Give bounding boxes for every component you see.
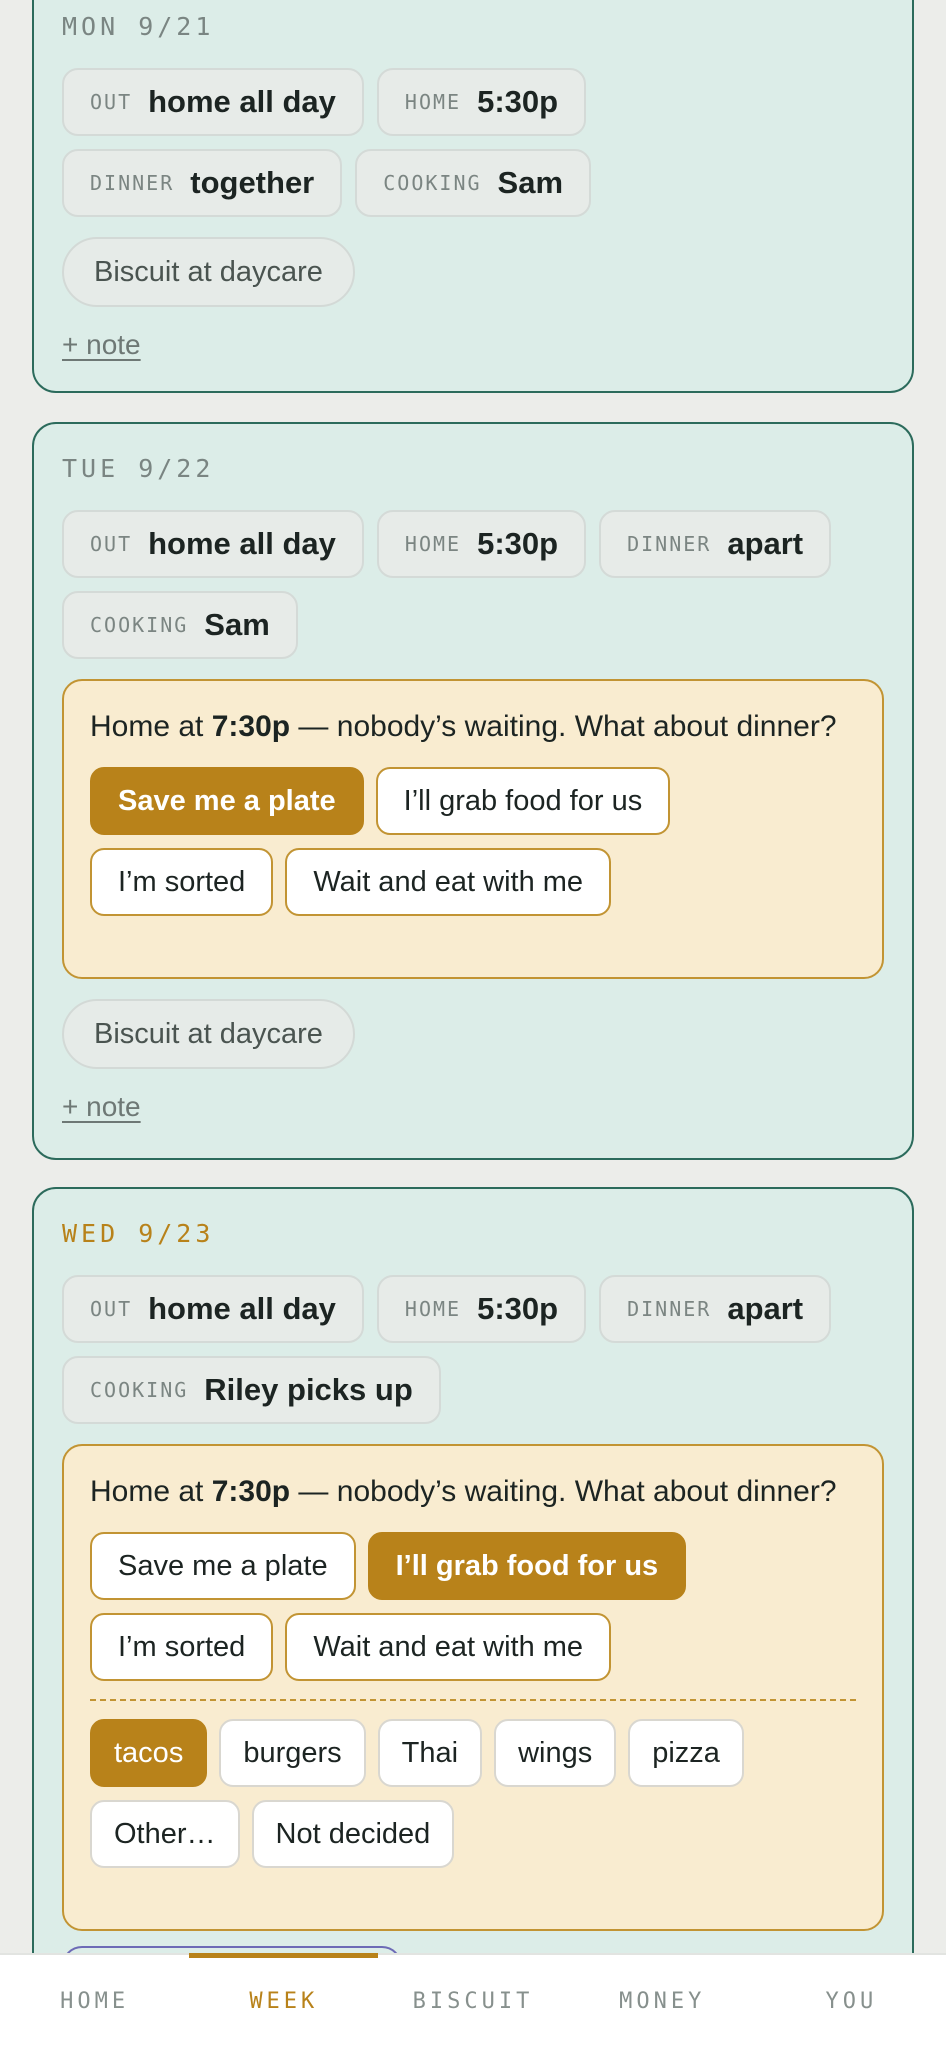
prompt-question: Home at 7:30p — nobody’s waiting. What a… bbox=[90, 1475, 837, 1508]
chip-key: OUT bbox=[90, 1297, 133, 1321]
tab-biscuit[interactable]: BISCUIT bbox=[378, 1955, 567, 2048]
food-option-not-decided[interactable]: Not decided bbox=[251, 1800, 455, 1868]
chip-key: COOKING bbox=[90, 613, 189, 637]
chip-value: Sam bbox=[204, 607, 270, 642]
save-plate-button[interactable]: Save me a plate bbox=[90, 767, 364, 835]
chip-key: OUT bbox=[90, 532, 133, 556]
chip-key: COOKING bbox=[90, 1378, 189, 1402]
dinner-prompt: Home at 7:30p — nobody’s waiting. What a… bbox=[62, 1444, 884, 1931]
chip-value: apart bbox=[727, 1291, 804, 1326]
day-card-tue: TUE 9/22 OUT home all day HOME 5:30p DINNE… bbox=[32, 422, 914, 1160]
grab-food-button[interactable]: I’ll grab food for us bbox=[367, 1532, 687, 1600]
wait-and-eat-button[interactable]: Wait and eat with me bbox=[285, 848, 612, 916]
chip-value: Riley picks up bbox=[204, 1372, 413, 1407]
chip-value: Sam bbox=[497, 165, 564, 200]
next-item-peek bbox=[62, 1946, 402, 1953]
daycare-pill[interactable]: Biscuit at daycare bbox=[62, 999, 355, 1069]
chip-key: DINNER bbox=[90, 171, 175, 195]
chip-key: HOME bbox=[404, 90, 462, 114]
chip-value: home all day bbox=[148, 84, 336, 119]
dinner-chip[interactable]: DINNER apart bbox=[599, 510, 832, 578]
cooking-chip[interactable]: COOKING Riley picks up bbox=[62, 1356, 441, 1424]
food-option-pizza[interactable]: pizza bbox=[628, 1719, 744, 1787]
chip-value: home all day bbox=[148, 526, 336, 561]
food-option-tacos[interactable]: tacos bbox=[90, 1719, 208, 1787]
daycare-pill[interactable]: Biscuit at daycare bbox=[62, 237, 355, 307]
food-option-other[interactable]: Other… bbox=[90, 1800, 240, 1868]
chip-key: COOKING bbox=[383, 171, 482, 195]
dashed-divider bbox=[90, 1699, 856, 1701]
chip-value: 5:30p bbox=[477, 526, 559, 561]
day-label-today: WED 9/23 bbox=[62, 1219, 215, 1248]
chip-value: together bbox=[190, 165, 315, 200]
dinner-chip[interactable]: DINNER together bbox=[62, 149, 343, 217]
prompt-question: Home at 7:30p — nobody’s waiting. What a… bbox=[90, 710, 837, 743]
im-sorted-button[interactable]: I’m sorted bbox=[90, 1613, 274, 1681]
chip-value: 5:30p bbox=[477, 1291, 559, 1326]
add-note-link[interactable]: + note bbox=[62, 1091, 141, 1123]
cooking-chip[interactable]: COOKING Sam bbox=[355, 149, 592, 217]
tab-you[interactable]: YOU bbox=[757, 1955, 946, 2048]
bottom-tab-bar: HOME WEEK BISCUIT MONEY YOU bbox=[0, 1953, 946, 2048]
chip-value: apart bbox=[727, 526, 804, 561]
tab-home[interactable]: HOME bbox=[0, 1955, 189, 2048]
week-scroll-area[interactable]: MON 9/21 OUT home all day HOME 5:30p DINNE… bbox=[0, 0, 946, 1953]
wait-and-eat-button[interactable]: Wait and eat with me bbox=[285, 1613, 612, 1681]
add-note-link[interactable]: + note bbox=[62, 329, 141, 361]
save-plate-button[interactable]: Save me a plate bbox=[90, 1532, 356, 1600]
chip-value: 5:30p bbox=[477, 84, 559, 119]
food-option-burgers[interactable]: burgers bbox=[219, 1719, 366, 1787]
chip-value: home all day bbox=[148, 1291, 336, 1326]
grab-food-button[interactable]: I’ll grab food for us bbox=[375, 767, 671, 835]
tab-week[interactable]: WEEK bbox=[189, 1953, 379, 2048]
home-time-chip[interactable]: HOME 5:30p bbox=[376, 510, 587, 578]
food-choices: tacos burgers Thai wings pizza Other… No… bbox=[90, 1719, 856, 1868]
chip-key: OUT bbox=[90, 90, 133, 114]
food-option-thai[interactable]: Thai bbox=[377, 1719, 483, 1787]
day-card-wed: WED 9/23 OUT home all day HOME 5:30p DINNE… bbox=[32, 1187, 914, 1953]
out-chip[interactable]: OUT home all day bbox=[62, 68, 364, 136]
chip-key: DINNER bbox=[627, 1297, 712, 1321]
food-option-wings[interactable]: wings bbox=[494, 1719, 617, 1787]
chip-key: HOME bbox=[404, 532, 462, 556]
cooking-chip[interactable]: COOKING Sam bbox=[62, 591, 298, 659]
day-card-mon: MON 9/21 OUT home all day HOME 5:30p DINNE… bbox=[32, 0, 914, 393]
dinner-prompt: Home at 7:30p — nobody’s waiting. What a… bbox=[62, 679, 884, 979]
out-chip[interactable]: OUT home all day bbox=[62, 510, 364, 578]
chip-key: HOME bbox=[404, 1297, 462, 1321]
home-time-chip[interactable]: HOME 5:30p bbox=[376, 68, 587, 136]
out-chip[interactable]: OUT home all day bbox=[62, 1275, 364, 1343]
home-time-chip[interactable]: HOME 5:30p bbox=[376, 1275, 587, 1343]
day-label: TUE 9/22 bbox=[62, 454, 215, 483]
im-sorted-button[interactable]: I’m sorted bbox=[90, 848, 274, 916]
tab-money[interactable]: MONEY bbox=[568, 1955, 757, 2048]
chip-key: DINNER bbox=[627, 532, 712, 556]
day-label: MON 9/21 bbox=[62, 12, 215, 41]
dinner-chip[interactable]: DINNER apart bbox=[599, 1275, 832, 1343]
